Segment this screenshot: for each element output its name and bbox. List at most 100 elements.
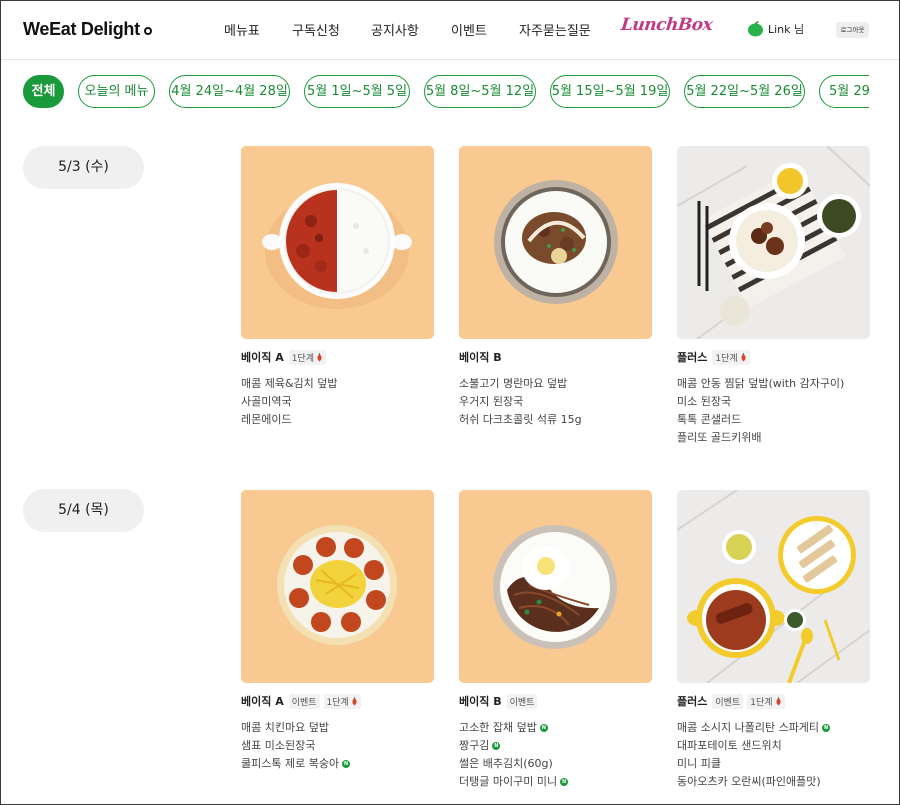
card-header: 베이직 B 이벤트 (459, 693, 652, 709)
new-badge-icon: N (822, 724, 831, 732)
logout-button[interactable]: 로그아웃 (836, 22, 869, 38)
date-label: 5/4 (목) (23, 489, 144, 532)
menu-item-text: 소불고기 명란마요 덮밥 (459, 377, 568, 390)
nav-item-event[interactable]: 이벤트 (451, 20, 487, 39)
chili-icon (352, 696, 357, 705)
menu-item-text: 사골미역국 (241, 395, 292, 408)
chili-icon (775, 696, 781, 705)
spicy-level-tag: 1단계 (323, 693, 361, 709)
tag-label: 1단계 (326, 697, 349, 708)
menu-item: 플리또 골드키위배 (677, 429, 870, 447)
chicken-mayo-bowl-photo (241, 490, 434, 683)
menu-item-text: 고소한 잡채 덮밥 (459, 721, 537, 734)
menu-item-text: 매콤 안동 찜닭 덮밥(with 감자구이) (677, 377, 845, 390)
filter-chip-week[interactable]: 4월 24일~4월 28일 (169, 75, 290, 108)
menu-item-text: 동아오츠카 오란씨(파인애플맛) (677, 775, 821, 788)
menu-item-text: 매콤 제육&김치 덮밥 (241, 377, 338, 390)
filter-chip-week[interactable]: 5월 15일~5월 19일 (550, 75, 670, 108)
card-header: 베이직 A 1단계 (241, 349, 434, 365)
user-name: Link 님 (768, 23, 805, 36)
menu-item: 더탱글 마이구미 미니 N (459, 773, 652, 791)
filter-chip-week[interactable]: 5월 29일 (819, 75, 869, 108)
japchae-rice-bowl-photo (459, 490, 652, 683)
card-header: 베이직 B (459, 349, 652, 365)
menu-item-text: 짱구김 (459, 739, 490, 752)
logo-text: WeEat Delight (23, 19, 140, 39)
filter-chip-week[interactable]: 5월 8일~5월 12일 (424, 75, 536, 108)
menu-card[interactable]: 플러스 이벤트 1단계 매콤 소시지 나폴리탄 스파게티 N 대파포테이토 샌드위… (677, 490, 870, 791)
menu-item-text: 매콤 치킨마요 덮밥 (241, 721, 329, 734)
menu-item: 우거지 된장국 (459, 393, 652, 411)
card-header: 베이직 A 이벤트 1단계 (241, 693, 434, 709)
user-menu[interactable]: Link 님 (747, 21, 804, 37)
new-badge-icon: N (539, 724, 548, 732)
menu-item: 소불고기 명란마요 덮밥 (459, 375, 652, 393)
menu-card[interactable]: 베이직 A 1단계 매콤 제육&김치 덮밥 사골미역국 레몬에이드 (241, 146, 434, 429)
filter-chip-all[interactable]: 전체 (23, 75, 64, 108)
new-badge-icon: N (492, 742, 501, 750)
menu-item-text: 썰은 배추김치(60g) (459, 757, 553, 770)
tag-label: 1단계 (715, 353, 738, 364)
filter-chip-today[interactable]: 오늘의 메뉴 (78, 75, 155, 108)
tag-label: 이벤트 (291, 697, 317, 708)
week-filter-bar: 전체 오늘의 메뉴 4월 24일~4월 28일 5월 1일~5월 5일 5월 8… (23, 75, 869, 109)
menu-item-text: 샘표 미소된장국 (241, 739, 316, 752)
menu-item-text: 우거지 된장국 (459, 395, 524, 408)
menu-card[interactable]: 플러스 1단계 매콤 안동 찜닭 덮밥(with 감자구이) 미소 된장국 톡톡… (677, 146, 870, 447)
site-header: WeEat Delight 메뉴표 구독신청 공지사항 이벤트 자주묻는질문 L… (1, 1, 899, 59)
menu-item: 매콤 치킨마요 덮밥 (241, 719, 434, 737)
menu-item-text: 매콤 소시지 나폴리탄 스파게티 (677, 721, 820, 734)
menu-card[interactable]: 베이직 B 소불고기 명란마요 덮밥 우거지 된장국 허쉬 다크초콜릿 석류 1… (459, 146, 652, 429)
meal-type: 베이직 A (241, 351, 284, 364)
tag-label: 1단계 (291, 353, 314, 364)
menu-item-text: 더탱글 마이구미 미니 (459, 775, 558, 788)
menu-item: 레몬에이드 (241, 411, 434, 429)
menu-card[interactable]: 베이직 B 이벤트 고소한 잡채 덮밥 N 짱구김 N 썰은 배추김치(60g) 더… (459, 490, 652, 791)
menu-item: 샘표 미소된장국 (241, 737, 434, 755)
menu-item: 사골미역국 (241, 393, 434, 411)
spicy-level-tag: 1단계 (747, 693, 785, 709)
menu-item-text: 미니 피클 (677, 757, 721, 770)
meal-type: 플러스 (677, 695, 708, 708)
nav-item-subscribe[interactable]: 구독신청 (292, 20, 340, 39)
apple-icon (748, 21, 763, 37)
nav-item-notice[interactable]: 공지사항 (371, 20, 419, 39)
date-label: 5/3 (수) (23, 146, 144, 189)
menu-item-text: 레몬에이드 (241, 413, 292, 426)
menu-item-text: 허쉬 다크초콜릿 석류 15g (459, 413, 582, 426)
nav-item-menu[interactable]: 메뉴표 (224, 20, 260, 39)
meal-type: 베이직 A (241, 695, 284, 708)
nav-item-faq[interactable]: 자주묻는질문 (519, 20, 591, 39)
menu-item-text: 대파포테이토 샌드위치 (677, 739, 782, 752)
meal-type: 플러스 (677, 351, 708, 364)
event-tag: 이벤트 (712, 693, 744, 709)
menu-items: 매콤 안동 찜닭 덮밥(with 감자구이) 미소 된장국 톡톡 콘샐러드 플리… (677, 375, 870, 447)
menu-item: 매콤 안동 찜닭 덮밥(with 감자구이) (677, 375, 870, 393)
meal-type: 베이직 B (459, 695, 502, 708)
menu-item: 대파포테이토 샌드위치 (677, 737, 870, 755)
menu-item: 짱구김 N (459, 737, 652, 755)
menu-items: 매콤 치킨마요 덮밥 샘표 미소된장국 쿨피스톡 제로 복숭아 N (241, 719, 434, 773)
menu-card[interactable]: 베이직 A 이벤트 1단계 매콤 치킨마요 덮밥 샘표 미소된장국 쿨피스톡 제… (241, 490, 434, 773)
menu-items: 매콤 소시지 나폴리탄 스파게티 N 대파포테이토 샌드위치 미니 피클 동아오츠… (677, 719, 870, 791)
site-logo[interactable]: WeEat Delight (23, 19, 152, 40)
event-tag: 이벤트 (506, 693, 538, 709)
page-frame: WeEat Delight 메뉴표 구독신청 공지사항 이벤트 자주묻는질문 L… (0, 0, 900, 805)
menu-item-text: 톡톡 콘샐러드 (677, 413, 742, 426)
menu-items: 고소한 잡채 덮밥 N 짱구김 N 썰은 배추김치(60g) 더탱글 마이구미 미니… (459, 719, 652, 791)
spicy-pork-rice-bowl-photo (241, 146, 434, 339)
filter-chip-week[interactable]: 5월 1일~5월 5일 (304, 75, 410, 108)
spicy-level-tag: 1단계 (288, 349, 326, 365)
menu-item: 매콤 제육&김치 덮밥 (241, 375, 434, 393)
new-badge-icon: N (560, 778, 569, 786)
menu-item: 미니 피클 (677, 755, 870, 773)
filter-chip-week[interactable]: 5월 22일~5월 26일 (684, 75, 805, 108)
menu-item: 고소한 잡채 덮밥 N (459, 719, 652, 737)
logo-dot-icon (143, 27, 152, 35)
jjimdak-set-photo (677, 146, 870, 339)
spicy-level-tag: 1단계 (712, 349, 750, 365)
lunchbox-logo[interactable]: LunchBox (620, 15, 713, 35)
menu-item-text: 쿨피스톡 제로 복숭아 (241, 757, 340, 770)
menu-item-text: 플리또 골드키위배 (677, 431, 762, 444)
chili-icon (741, 352, 746, 361)
